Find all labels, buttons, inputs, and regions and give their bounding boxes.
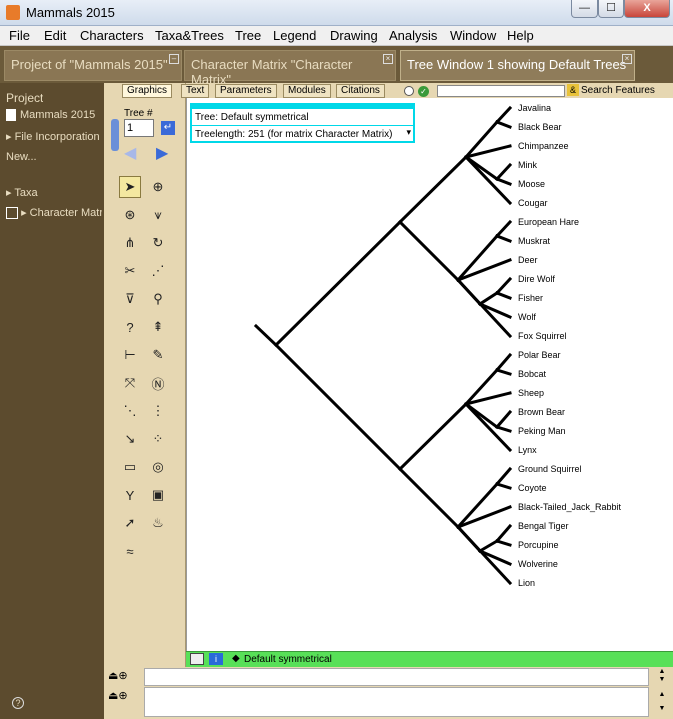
taxon-label[interactable]: Fisher [518, 293, 543, 303]
taxon-label[interactable]: Javalina [518, 103, 551, 113]
status-bar: i ◆ Default symmetrical [186, 651, 673, 667]
taxon-label[interactable]: Lynx [518, 445, 537, 455]
eject-icon[interactable]: ⏏⊕ [108, 669, 128, 682]
taxon-label[interactable]: Bobcat [518, 369, 546, 379]
taxon-label[interactable]: Fox Squirrel [518, 331, 567, 341]
eject-icon[interactable]: ⏏⊕ [108, 689, 128, 702]
taxon-label[interactable]: Lion [518, 578, 535, 588]
tree-name-label[interactable]: Tree: Default symmetrical [195, 112, 309, 123]
taxon-label[interactable]: Peking Man [518, 426, 566, 436]
status-text: Default symmetrical [244, 654, 332, 665]
taxon-label[interactable]: Wolf [518, 312, 536, 322]
taxon-label[interactable]: Cougar [518, 198, 548, 208]
taxon-label[interactable]: Chimpanzee [518, 141, 569, 151]
taxon-label[interactable]: Dire Wolf [518, 274, 555, 284]
command-field[interactable] [144, 687, 649, 717]
table-icon[interactable] [190, 653, 204, 665]
taxon-label[interactable]: Black Bear [518, 122, 562, 132]
info-box-accent [192, 105, 413, 109]
taxon-label[interactable]: Brown Bear [518, 407, 565, 417]
info-icon[interactable]: i [209, 653, 223, 665]
taxon-label[interactable]: Polar Bear [518, 350, 561, 360]
taxon-label[interactable]: Sheep [518, 388, 544, 398]
taxon-label[interactable]: Muskrat [518, 236, 550, 246]
tree-info-box: Tree: Default symmetrical Treelength: 25… [190, 103, 415, 143]
taxon-label[interactable]: Wolverine [518, 559, 558, 569]
scroll-arrows-icon[interactable]: ▲ ▼ [655, 688, 669, 716]
divider [192, 125, 413, 126]
log-field[interactable] [144, 668, 649, 686]
taxon-label[interactable]: Porcupine [518, 540, 559, 550]
taxon-label[interactable]: European Hare [518, 217, 579, 227]
taxon-label[interactable]: Mink [518, 160, 537, 170]
diamond-icon: ◆ [232, 653, 240, 664]
taxon-label[interactable]: Deer [518, 255, 538, 265]
chevron-down-icon[interactable]: ▾ [406, 127, 411, 138]
taxon-label[interactable]: Black-Tailed_Jack_Rabbit [518, 502, 621, 512]
taxon-label[interactable]: Bengal Tiger [518, 521, 569, 531]
taxon-label[interactable]: Coyote [518, 483, 547, 493]
taxon-label[interactable]: Moose [518, 179, 545, 189]
taxon-label[interactable]: Ground Squirrel [518, 464, 582, 474]
log-panel: ⏏⊕ ⏏⊕ ▲ ▼ ▲ ▼ [104, 667, 673, 719]
scroll-arrows-icon[interactable]: ▲ ▼ [655, 668, 669, 686]
treelength-label: Treelength: 251 (for matrix Character Ma… [195, 129, 393, 140]
